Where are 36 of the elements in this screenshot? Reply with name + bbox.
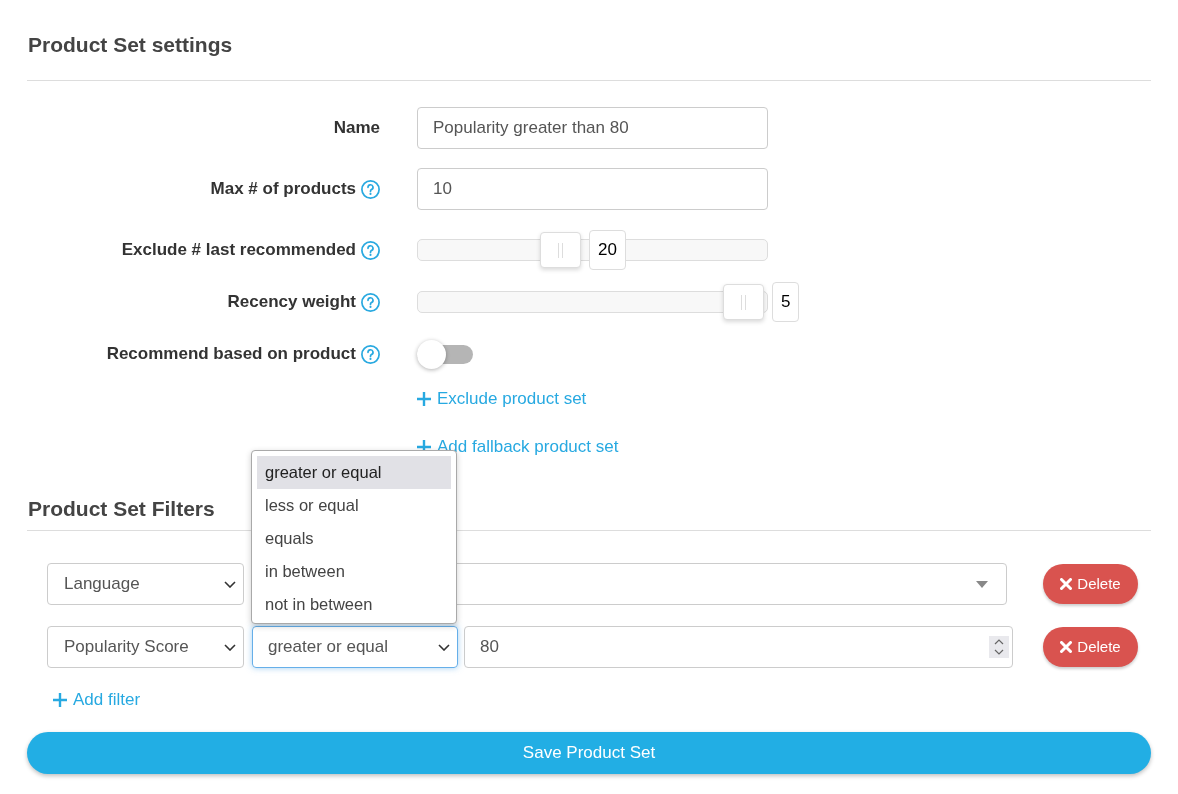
slider-thumb[interactable] bbox=[723, 284, 764, 320]
field-label: Max # of products bbox=[210, 178, 356, 201]
plus-icon bbox=[417, 392, 431, 406]
delete-button[interactable]: Delete bbox=[1043, 627, 1138, 667]
toggle-switch[interactable] bbox=[417, 339, 473, 369]
number-input[interactable]: 80 bbox=[464, 626, 1013, 668]
field-label: Recency weight bbox=[227, 291, 356, 314]
text-input[interactable]: Popularity greater than 80 bbox=[417, 107, 768, 149]
help-icon[interactable] bbox=[361, 344, 380, 364]
text-input[interactable]: 10 bbox=[417, 168, 768, 210]
attribute-select[interactable]: Popularity Score bbox=[47, 626, 244, 668]
section-title: Product Set Filters bbox=[28, 496, 215, 522]
x-icon bbox=[1060, 641, 1073, 653]
slider-thumb[interactable] bbox=[540, 232, 581, 268]
slider-value: 20 bbox=[589, 230, 626, 270]
chevron-down-icon bbox=[438, 643, 450, 651]
field-label: Name bbox=[333, 117, 380, 140]
x-icon bbox=[1060, 578, 1073, 590]
chevron-down-icon bbox=[224, 643, 236, 651]
caret-icon bbox=[976, 580, 988, 588]
grip-icon bbox=[741, 294, 746, 310]
dropdown-option[interactable]: greater or equal bbox=[257, 456, 451, 489]
slider-value: 5 bbox=[772, 282, 800, 322]
plus-icon bbox=[53, 693, 67, 707]
help-icon[interactable] bbox=[361, 292, 380, 312]
field-label: Exclude # last recommended bbox=[121, 239, 356, 262]
attribute-select[interactable]: Language bbox=[47, 563, 244, 605]
section-title: Product Set settings bbox=[28, 32, 233, 58]
chevron-down-icon bbox=[224, 580, 236, 588]
operator-select[interactable]: greater or equal bbox=[252, 626, 458, 668]
help-icon[interactable] bbox=[361, 240, 380, 260]
grip-icon bbox=[558, 242, 563, 258]
field-label: Recommend based on product bbox=[106, 343, 356, 366]
delete-button[interactable]: Delete bbox=[1043, 564, 1138, 604]
help-icon[interactable] bbox=[361, 179, 380, 199]
spinner-icon[interactable] bbox=[989, 636, 1009, 658]
